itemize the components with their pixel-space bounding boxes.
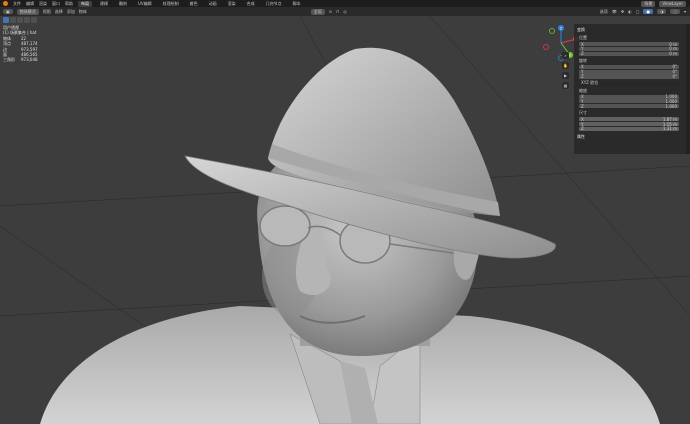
top-menu-bar: 文件 编辑 渲染 窗口 帮助 布局 建模 雕刻 UV编辑 纹理绘制 着色 动画 … [0,0,690,7]
rotation-y-field[interactable]: Y 0° [579,69,679,74]
tab-modeling[interactable]: 建模 [97,1,111,7]
tab-compositing[interactable]: 合成 [244,1,258,7]
rotation-label: 旋转 [579,57,587,63]
rotation-mode-select[interactable]: XYZ 欧拉 [579,80,679,86]
viewport-stats: 用户透视 (1) 场景集合 | hat 物体 22 顶点 487,174 边 973,… [3,25,38,63]
visibility-icon[interactable]: 👁 [612,9,617,14]
gizmo-neg-x[interactable] [543,44,549,50]
select-box-tool-icon[interactable] [3,17,9,23]
menu-window[interactable]: 窗口 [52,1,60,7]
zoom-icon[interactable]: ⌕ [562,52,569,59]
shading-material-icon[interactable]: ◑ [656,9,667,14]
blender-logo-icon[interactable] [3,1,8,6]
properties-section-header[interactable]: 属性 [577,134,687,140]
sidebar-transform-panel: 变换 位置 X0 m Y0 m Z0 m 旋转 X 0° Y 0° Z 0° XYZ … [574,24,690,154]
select-mode-buttons [3,17,37,23]
shading-rendered-icon[interactable]: ○ [670,9,680,14]
tab-shading[interactable]: 着色 [187,1,201,7]
menu-file[interactable]: 文件 [13,1,21,7]
gizmo-neg-y[interactable] [549,28,555,34]
tab-uv-editing[interactable]: UV编辑 [135,1,155,7]
dimensions-z-field[interactable]: Z 1.31 m [579,126,679,131]
camera-view-icon[interactable]: ▶ [562,72,569,79]
xray-toggle-icon[interactable]: ▢ [636,9,640,14]
tab-texture-paint[interactable]: 纹理绘制 [160,1,182,7]
options-dropdown[interactable]: 选项 [600,9,608,15]
transform-section-header[interactable]: 变换 [577,27,687,33]
location-label: 位置 [579,35,587,40]
perspective-grid-icon[interactable]: ▦ [562,82,569,89]
proportional-edit-icon[interactable]: ◎ [343,9,347,14]
rotation-x-field[interactable]: X 0° [579,64,679,69]
tab-scripting[interactable]: 脚本 [290,1,304,7]
view-layer-selector[interactable]: ViewLayer [659,0,686,7]
scale-y-field[interactable]: Y 1.000 [579,99,679,104]
pan-hand-icon[interactable]: ✋ [562,62,569,69]
menu-edit[interactable]: 编辑 [26,1,34,7]
pivot-icon[interactable]: ⊙ [329,9,332,14]
navigation-buttons: ⌕ ✋ ▶ ▦ [562,52,569,89]
scale-x-field[interactable]: X 1.000 [579,94,679,99]
shading-solid-icon[interactable]: ● [643,9,653,14]
tab-geometry-nodes[interactable]: 几何节点 [263,1,285,7]
tab-animation[interactable]: 动画 [206,1,220,7]
scale-label: 缩放 [579,87,587,93]
stat-row: 三角形 973,048 [3,57,38,63]
menu-view[interactable]: 视图 [43,9,51,15]
rotation-z-field[interactable]: Z 0° [579,74,679,79]
select-invert-icon[interactable] [24,17,30,23]
menu-help[interactable]: 帮助 [65,1,73,7]
scene-selector[interactable]: 场景 [641,0,656,7]
menu-select[interactable]: 选择 [55,9,63,15]
select-subtract-icon[interactable] [17,17,23,23]
editor-type-icon[interactable]: ▣ [3,9,13,14]
tab-layout[interactable]: 布局 [78,0,92,7]
tab-sculpting[interactable]: 雕刻 [116,1,130,7]
dimensions-label: 尺寸 [579,110,587,116]
scale-z-field[interactable]: Z 1.000 [579,104,679,109]
menu-render[interactable]: 渲染 [39,1,47,7]
location-z-field[interactable]: Z0 m [579,51,679,56]
snap-icon[interactable]: ⊓ [336,9,339,14]
menu-add[interactable]: 添加 [67,9,75,15]
sidebar-tabs[interactable] [686,24,690,154]
tab-rendering[interactable]: 渲染 [225,1,239,7]
viewport-header: ▣ 物体模式 视图 选择 添加 物体 全局 ⊙ ⊓ ◎ 选项 👁 ✥ ◐ ▢ ●… [0,7,690,16]
select-extend-icon[interactable] [10,17,16,23]
gizmo-toggle-icon[interactable]: ✥ [621,9,624,14]
menu-object[interactable]: 物体 [79,9,87,15]
mode-selector[interactable]: 物体模式 [16,8,39,15]
location-x-field[interactable]: X0 m [579,42,679,47]
location-y-field[interactable]: Y0 m [579,46,679,51]
transform-orientation[interactable]: 全局 [310,8,325,15]
overlay-toggle-icon[interactable]: ◐ [628,9,632,14]
select-intersect-icon[interactable] [31,17,37,23]
shading-options-icon[interactable]: ▾ [684,9,690,14]
